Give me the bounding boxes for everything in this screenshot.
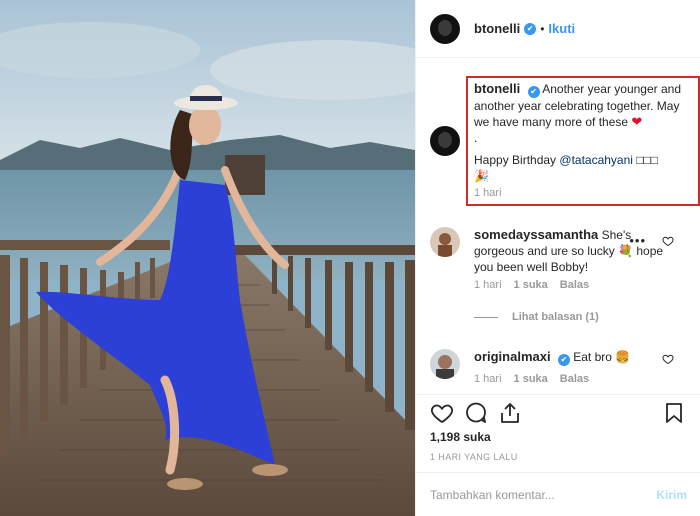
comment-item: somedayssamantha She's gorgeous and ure … [430,227,690,307]
comment-like-heart-icon[interactable] [662,235,674,247]
comment-time[interactable]: 1 hari [474,373,502,385]
share-icon[interactable] [498,401,522,425]
caption-mention-link[interactable]: @tatacahyani [559,153,633,167]
view-replies-label: Lihat balasan (1) [512,311,599,323]
likes-count[interactable]: 1,198 suka [430,430,491,444]
comment-more-options-icon[interactable]: ••• [629,233,646,248]
post-date[interactable]: 1 HARI YANG LALU [430,452,518,462]
caption-text: btonelli ✔ Another year younger and anot… [474,81,696,184]
post-header: btonelli ✔ • Ikuti [416,0,700,58]
comment-username[interactable]: originalmaxi [474,349,551,364]
comment-username[interactable]: somedayssamantha [474,227,598,242]
caption-author-avatar[interactable] [430,126,460,156]
post-actions-bar [416,394,700,426]
party-popper-emoji-icon: 🎉 [474,169,489,183]
verified-badge-icon: ✔ [524,22,537,35]
comment-body: originalmaxi ✔ Eat bro 🍔 [474,349,670,366]
caption-birthday-text: Happy Birthday [474,153,560,167]
comment-likes-count[interactable]: 1 suka [514,373,548,385]
author-avatar[interactable] [430,13,460,44]
red-heart-emoji-icon: ❤ [631,114,643,129]
replies-line [474,316,498,318]
comments-list[interactable]: btonelli ✔ Another year younger and anot… [416,59,700,394]
comment-like-heart-icon[interactable] [662,353,674,365]
add-comment-bar: Kirim [416,472,700,516]
comment-input[interactable] [430,487,657,502]
author-username[interactable]: btonelli [474,21,520,36]
comment-item: originalmaxi ✔ Eat bro 🍔 1 hari 1 suka B… [430,349,690,394]
burger-emoji-icon: 🍔 [615,350,631,364]
commenter-avatar-image [430,349,460,379]
instagram-post-window: btonelli ✔ • Ikuti btonelli ✔ Another ye… [0,0,700,516]
photo-illustration [0,0,415,516]
post-photo[interactable] [0,0,415,516]
comment-reply-button[interactable]: Balas [560,279,589,291]
comment-text: Eat bro [569,350,616,364]
follow-button[interactable]: Ikuti [548,21,575,36]
post-comment-button[interactable]: Kirim [656,488,687,502]
commenter-avatar-image [430,227,460,257]
commenter-avatar[interactable] [430,349,460,379]
caption-period: . [474,131,478,145]
header-separator: • [540,21,545,36]
bookmark-icon[interactable] [662,401,686,425]
caption-box-glyphs: □□□ [636,153,659,167]
verified-badge-icon: ✔ [527,86,540,98]
caption-time[interactable]: 1 hari [474,187,502,199]
view-replies-button[interactable]: Lihat balasan (1) [474,311,599,323]
comment-reply-button[interactable]: Balas [560,373,589,385]
comment-icon[interactable] [464,401,488,425]
verified-badge-icon: ✔ [557,354,570,366]
comment-meta: 1 hari 1 suka Balas [474,279,589,291]
caption-username[interactable]: btonelli [474,81,520,96]
comment-time[interactable]: 1 hari [474,279,502,291]
commenter-avatar[interactable] [430,227,460,257]
comment-likes-count[interactable]: 1 suka [514,279,548,291]
heart-outline-icon[interactable] [430,401,454,425]
comment-meta: 1 hari 1 suka Balas [474,373,589,385]
post-side-panel: btonelli ✔ • Ikuti btonelli ✔ Another ye… [415,0,700,516]
